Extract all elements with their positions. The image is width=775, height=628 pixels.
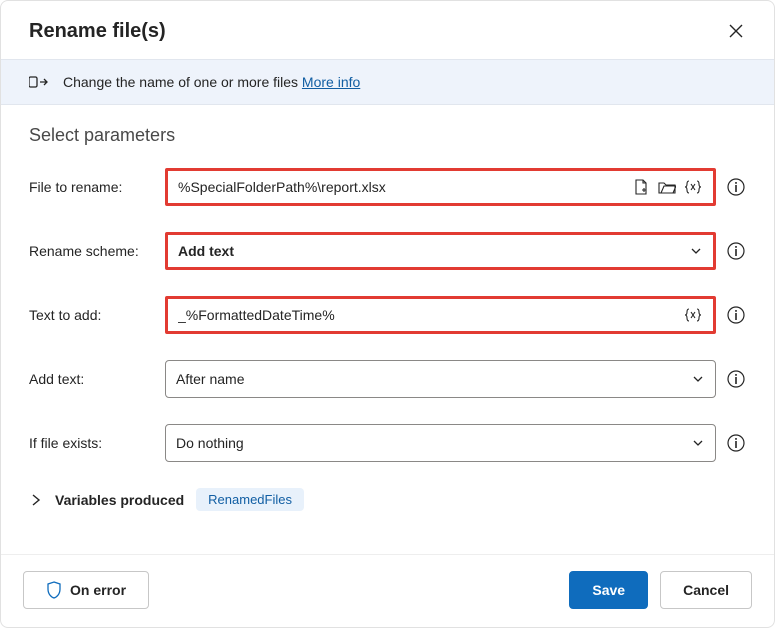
rename-files-dialog: Rename file(s) Change the name of one or… [0,0,775,628]
label-rename-scheme: Rename scheme: [29,243,155,259]
help-icon[interactable] [726,305,746,325]
on-error-label: On error [70,582,126,598]
row-file-to-rename: File to rename: [29,168,746,206]
input-text-to-add-container [165,296,716,334]
expand-variables-toggle[interactable] [29,494,43,506]
shield-icon [46,581,62,599]
select-rename-scheme-value: Add text [178,243,683,259]
label-text-to-add: Text to add: [29,307,155,323]
help-icon[interactable] [726,241,746,261]
dialog-title: Rename file(s) [29,20,166,43]
info-bar-message: Change the name of one or more files [63,74,302,90]
dialog-body: Select parameters File to rename: [1,105,774,554]
select-add-text[interactable]: After name [165,360,716,398]
save-label: Save [592,582,625,598]
variable-chip-renamedfiles[interactable]: RenamedFiles [196,488,304,511]
variables-produced-label: Variables produced [55,492,184,508]
rename-action-icon [29,74,49,90]
cancel-label: Cancel [683,582,729,598]
chevron-down-icon [691,372,705,386]
variable-picker-icon[interactable] [683,177,703,197]
close-button[interactable] [720,15,752,47]
select-add-text-value: After name [176,371,685,387]
dialog-footer: On error Save Cancel [1,554,774,627]
variable-picker-icon[interactable] [683,305,703,325]
help-icon[interactable] [726,177,746,197]
cancel-button[interactable]: Cancel [660,571,752,609]
row-text-to-add: Text to add: [29,296,746,334]
input-text-to-add[interactable] [178,307,677,323]
row-add-text: Add text: After name [29,360,746,398]
info-bar: Change the name of one or more files Mor… [1,59,774,105]
section-title: Select parameters [29,125,746,146]
input-file-to-rename[interactable] [178,179,625,195]
save-button[interactable]: Save [569,571,648,609]
label-add-text: Add text: [29,371,155,387]
chevron-down-icon [689,244,703,258]
label-if-file-exists: If file exists: [29,435,155,451]
close-icon [729,24,743,38]
select-if-file-exists-value: Do nothing [176,435,685,451]
info-bar-text: Change the name of one or more files Mor… [63,74,360,90]
row-rename-scheme: Rename scheme: Add text [29,232,746,270]
variables-produced-row: Variables produced RenamedFiles [29,488,746,511]
help-icon[interactable] [726,369,746,389]
help-icon[interactable] [726,433,746,453]
row-if-file-exists: If file exists: Do nothing [29,424,746,462]
on-error-button[interactable]: On error [23,571,149,609]
label-file-to-rename: File to rename: [29,179,155,195]
select-rename-scheme[interactable]: Add text [165,232,716,270]
input-file-to-rename-container [165,168,716,206]
chevron-down-icon [691,436,705,450]
more-info-link[interactable]: More info [302,74,360,90]
folder-picker-icon[interactable] [657,177,677,197]
dialog-header: Rename file(s) [1,1,774,59]
select-if-file-exists[interactable]: Do nothing [165,424,716,462]
file-picker-icon[interactable] [631,177,651,197]
